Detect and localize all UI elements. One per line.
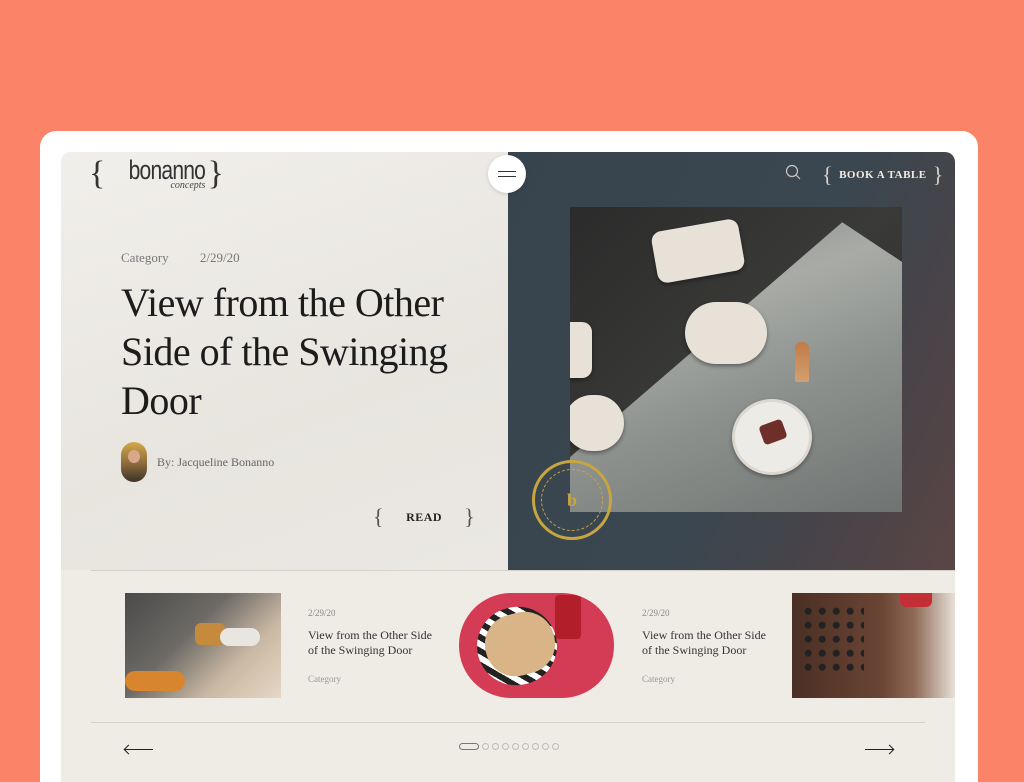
photo-chair bbox=[650, 217, 746, 285]
slider-divider bbox=[91, 722, 925, 723]
hero-date: 2/29/20 bbox=[199, 250, 240, 265]
hamburger-icon[interactable] bbox=[488, 155, 526, 193]
slider-dot[interactable] bbox=[512, 743, 519, 750]
photo-chair bbox=[685, 302, 767, 364]
logo-brace-right: } bbox=[207, 155, 224, 192]
card-text-2[interactable]: 2/29/20 View from the Other Side of the … bbox=[642, 608, 772, 684]
slider-dot[interactable] bbox=[532, 743, 539, 750]
logo[interactable]: { bonanno concepts } bbox=[89, 152, 224, 196]
hero-title: View from the Other Side of the Swinging… bbox=[121, 280, 448, 423]
card-category: Category bbox=[308, 674, 341, 684]
card-title: View from the Other Side of the Swinging… bbox=[642, 628, 766, 657]
card-date: 2/29/20 bbox=[308, 608, 336, 618]
logo-main-text: bonanno bbox=[128, 155, 206, 185]
card-title: View from the Other Side of the Swinging… bbox=[308, 628, 432, 657]
hero-image-panel: { BOOK A TABLE } b bbox=[508, 152, 955, 570]
website-page: { bonanno concepts } Category 2/29/20 Vi… bbox=[61, 152, 955, 782]
search-icon[interactable] bbox=[785, 164, 801, 180]
prev-arrow-icon[interactable] bbox=[125, 742, 153, 756]
read-label: READ bbox=[406, 509, 443, 524]
book-a-table-button[interactable]: { BOOK A TABLE } bbox=[822, 162, 944, 188]
card-category: Category bbox=[642, 674, 675, 684]
brace-right-icon: } bbox=[932, 162, 944, 187]
hero-author: By: Jacqueline Bonanno bbox=[121, 442, 274, 482]
slider-dot[interactable] bbox=[482, 743, 489, 750]
slider-dot[interactable] bbox=[542, 743, 549, 750]
hero-text-panel: { bonanno concepts } Category 2/29/20 Vi… bbox=[61, 152, 508, 570]
logo-brace-left: { bbox=[89, 155, 106, 192]
slider-dot[interactable] bbox=[552, 743, 559, 750]
brace-left-icon: { bbox=[373, 504, 385, 529]
card-text-1[interactable]: 2/29/20 View from the Other Side of the … bbox=[308, 608, 438, 684]
stamp-mark: b bbox=[566, 489, 577, 510]
card-image-chef[interactable] bbox=[125, 593, 281, 698]
hero-category[interactable]: Category bbox=[121, 250, 169, 265]
next-arrow-icon[interactable] bbox=[865, 742, 893, 756]
book-label: BOOK A TABLE bbox=[839, 169, 927, 181]
slider-dot[interactable] bbox=[502, 743, 509, 750]
photo-plate bbox=[732, 399, 812, 475]
author-avatar bbox=[121, 442, 147, 482]
section-divider bbox=[91, 570, 955, 571]
brace-right-icon: } bbox=[464, 504, 476, 529]
read-button[interactable]: { READ } bbox=[373, 504, 475, 530]
hero-photo bbox=[570, 207, 902, 512]
photo-chair bbox=[570, 322, 592, 378]
stamp-logo: b bbox=[532, 460, 612, 540]
photo-chair bbox=[570, 395, 624, 451]
card-image-wall[interactable] bbox=[792, 593, 955, 698]
author-name: By: Jacqueline Bonanno bbox=[157, 454, 275, 469]
slider-pagination bbox=[459, 743, 559, 750]
slider-dot[interactable] bbox=[492, 743, 499, 750]
hero-meta: Category 2/29/20 bbox=[121, 250, 240, 266]
card-image-sandwich[interactable] bbox=[459, 593, 614, 698]
slider-dot-active[interactable] bbox=[459, 743, 479, 750]
brace-left-icon: { bbox=[822, 162, 834, 187]
card-date: 2/29/20 bbox=[642, 608, 670, 618]
slider-dot[interactable] bbox=[522, 743, 529, 750]
photo-glass bbox=[795, 342, 809, 382]
